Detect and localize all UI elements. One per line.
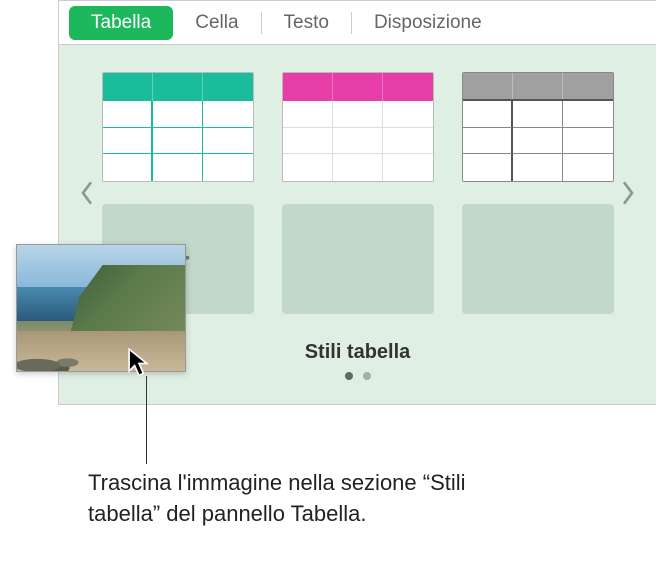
table-style-gray[interactable]	[462, 72, 614, 182]
chevron-left-icon[interactable]	[73, 179, 101, 207]
tab-testo[interactable]: Testo	[262, 6, 351, 40]
page-dot[interactable]	[363, 372, 371, 380]
empty-style-slot[interactable]	[282, 204, 434, 314]
page-indicator	[59, 372, 656, 380]
tab-cella[interactable]: Cella	[173, 6, 260, 40]
callout-text: Trascina l'immagine nella sezione “Stili…	[88, 468, 508, 530]
chevron-right-icon[interactable]	[614, 179, 642, 207]
page-dot[interactable]	[345, 372, 353, 380]
dragged-thumbnail[interactable]	[16, 244, 186, 372]
empty-style-slot[interactable]	[462, 204, 614, 314]
tab-bar: Tabella Cella Testo Disposizione	[59, 1, 656, 45]
tab-disposizione[interactable]: Disposizione	[352, 6, 504, 40]
tab-tabella[interactable]: Tabella	[69, 6, 173, 40]
callout-line	[146, 376, 147, 464]
table-style-pink[interactable]	[282, 72, 434, 182]
table-style-teal[interactable]	[102, 72, 254, 182]
